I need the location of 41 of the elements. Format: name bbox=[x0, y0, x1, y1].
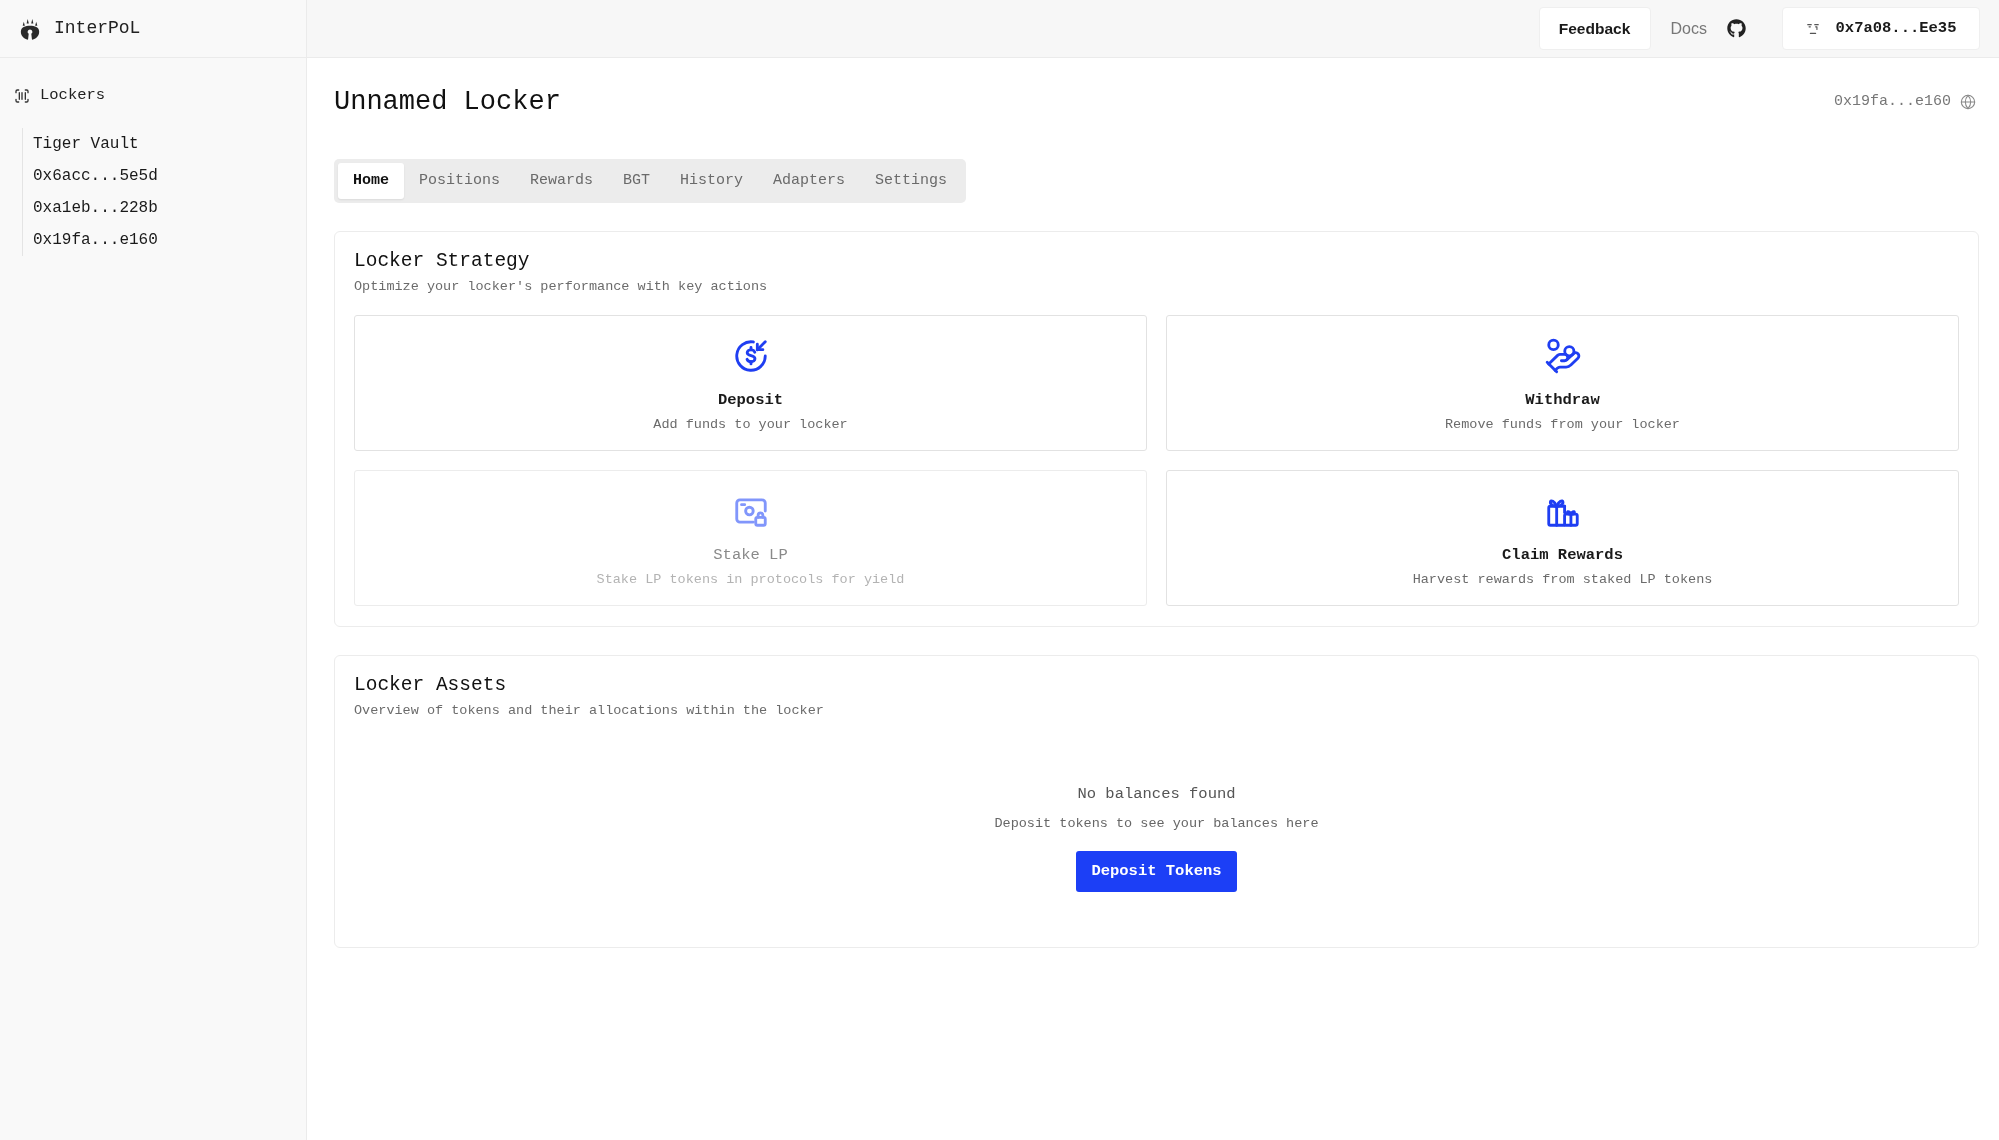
card-subtitle: Overview of tokens and their allocations within the locker bbox=[354, 702, 825, 720]
card-subtitle: Optimize your locker's performance with key actions bbox=[354, 278, 769, 296]
deposit-tokens-button[interactable]: Deposit Tokens bbox=[1076, 851, 1237, 892]
empty-state-title: No balances found bbox=[1077, 784, 1236, 804]
locker-address: 0x19fa...e160 bbox=[1833, 91, 1951, 112]
tab[interactable]: Adapters bbox=[758, 163, 861, 199]
feedback-button[interactable]: Feedback bbox=[1538, 7, 1651, 50]
page-title: Unnamed Locker bbox=[334, 86, 561, 118]
docs-link[interactable]: Docs bbox=[1670, 16, 1707, 41]
barcode-scan-icon bbox=[14, 88, 30, 104]
action-title: Claim Rewards bbox=[1502, 545, 1623, 565]
tab[interactable]: Home bbox=[338, 163, 404, 199]
action-description: Add funds to your locker bbox=[653, 416, 848, 434]
tab[interactable]: Rewards bbox=[515, 163, 609, 199]
face-icon bbox=[1805, 21, 1820, 36]
empty-state-hint: Deposit tokens to see your balances here bbox=[994, 815, 1319, 833]
wallet-button[interactable]: 0x7a08...Ee35 bbox=[1782, 7, 1980, 50]
locker-link[interactable]: 0x6acc...5e5d bbox=[33, 160, 158, 192]
action-description: Harvest rewards from staked LP tokens bbox=[1412, 571, 1713, 589]
action-description: Stake LP tokens in protocols for yield bbox=[596, 571, 905, 589]
tab[interactable]: History bbox=[665, 163, 759, 199]
locker-link[interactable]: 0xa1eb...228b bbox=[33, 192, 158, 224]
card-title: Locker Strategy bbox=[354, 249, 531, 274]
globe-icon[interactable] bbox=[1960, 94, 1976, 110]
app-name: InterPoL bbox=[54, 17, 141, 40]
card-title: Locker Assets bbox=[354, 673, 508, 698]
action-title: Stake LP bbox=[713, 545, 788, 565]
hand-coins-icon bbox=[1543, 337, 1582, 375]
section-heading: Lockers bbox=[40, 85, 106, 107]
action-title: Deposit bbox=[717, 390, 784, 410]
action-title: Withdraw bbox=[1525, 390, 1600, 410]
action-card[interactable]: Deposit Add funds to your locker bbox=[354, 315, 1147, 451]
locker-link[interactable]: 0x19fa...e160 bbox=[33, 224, 158, 256]
locker-link[interactable]: Tiger Vault bbox=[33, 128, 139, 160]
action-description: Remove funds from your locker bbox=[1445, 416, 1680, 434]
tab[interactable]: Positions bbox=[404, 163, 516, 199]
tab[interactable]: BGT bbox=[608, 163, 666, 199]
action-card[interactable]: Claim Rewards Harvest rewards from staked LP tokens bbox=[1166, 470, 1959, 606]
tab[interactable]: Settings bbox=[860, 163, 963, 199]
github-icon[interactable] bbox=[1727, 19, 1746, 38]
action-card[interactable]: Withdraw Remove funds from your locker bbox=[1166, 315, 1959, 451]
